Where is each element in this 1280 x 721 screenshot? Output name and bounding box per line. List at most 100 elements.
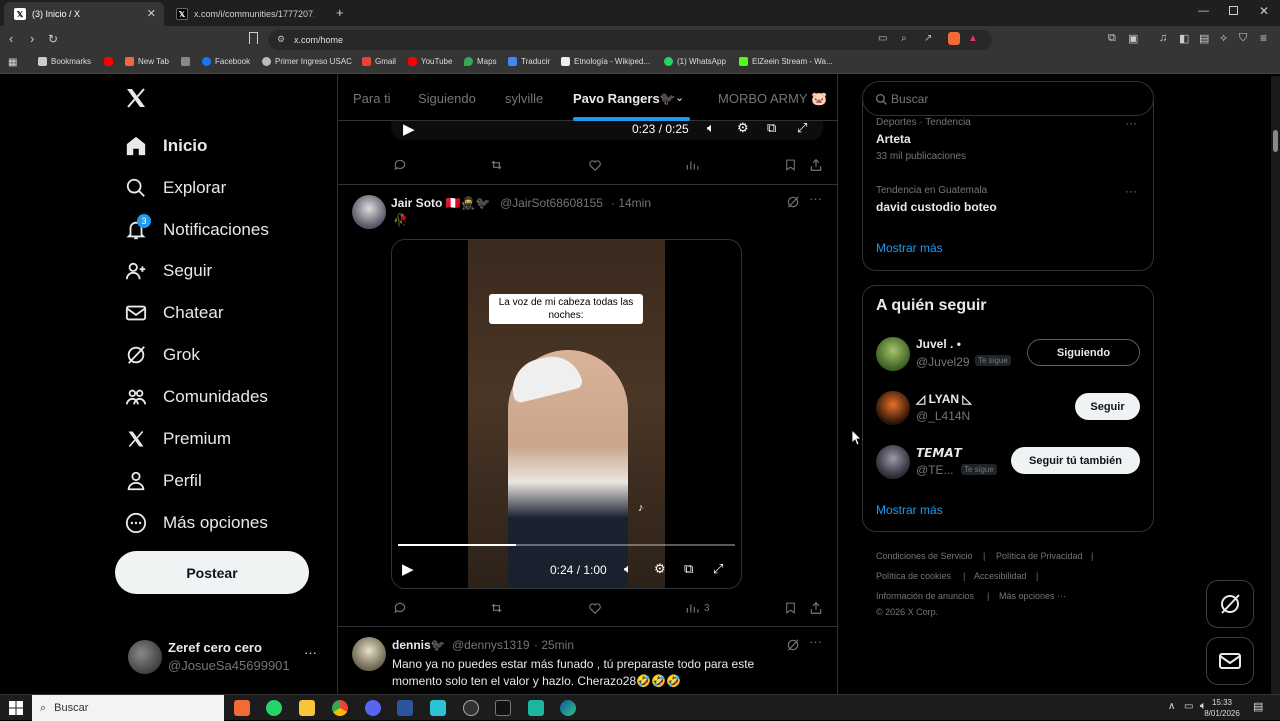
post[interactable]: dennis🐦‍⬛ @dennys1319 · 25min ··· Mano y…	[338, 627, 837, 694]
audio-app-taskbar-icon[interactable]	[495, 700, 511, 716]
leo-icon[interactable]: ✧	[1219, 32, 1228, 45]
volume-icon[interactable]: 🔈︎	[707, 120, 715, 136]
wallet-icon[interactable]: ▣	[1128, 32, 1138, 45]
nav-comunidades[interactable]: Comunidades	[124, 377, 268, 417]
avatar[interactable]	[352, 195, 386, 229]
more-icon[interactable]: ···	[1125, 116, 1137, 130]
file-explorer-icon[interactable]	[299, 700, 315, 716]
bookmark-item[interactable]: ElZeein Stream - Wa...	[739, 57, 833, 66]
edge-taskbar-icon[interactable]	[560, 700, 576, 716]
footer-link[interactable]: Política de Privacidad	[996, 551, 1083, 561]
apps-icon[interactable]: ▦	[8, 57, 17, 68]
author-name[interactable]: Jair Soto 🇵🇪🥷🐦‍⬛	[391, 196, 491, 210]
bookmark-page-icon[interactable]	[249, 32, 258, 44]
bookmark-item[interactable]: Facebook	[202, 57, 250, 66]
avatar[interactable]	[876, 391, 910, 425]
pip-icon[interactable]: ⧉	[767, 120, 776, 136]
views-button[interactable]: 3	[685, 601, 710, 615]
post-time[interactable]: · 14min	[611, 196, 651, 210]
nav-grok[interactable]: Grok	[124, 335, 200, 375]
capcut-taskbar-icon[interactable]	[528, 700, 544, 716]
bookmark-item[interactable]: Maps	[464, 57, 497, 66]
site-settings-icon[interactable]: ⚙	[277, 34, 285, 45]
bookmark-item[interactable]: New Tab	[125, 57, 169, 66]
share-icon[interactable]	[809, 601, 823, 615]
minimize-icon[interactable]: —	[1198, 5, 1209, 17]
user-name[interactable]: 𝙏𝙀𝙈𝘼𝙏	[916, 446, 962, 460]
user-name[interactable]: Juvel . •	[916, 337, 961, 351]
nav-explorar[interactable]: Explorar	[124, 168, 226, 208]
tab-para-ti[interactable]: Para ti	[353, 91, 391, 106]
tray-chevron-icon[interactable]: ∧	[1168, 701, 1175, 712]
play-icon[interactable]: ▶	[402, 560, 414, 578]
trend-item[interactable]: Tendencia en Guatemala david custodio bo…	[876, 185, 997, 214]
bookmark-icon[interactable]	[784, 158, 797, 172]
trend-item[interactable]: Deportes · Tendencia Arteta 33 mil publi…	[876, 117, 971, 162]
taskbar-search[interactable]: ⌕ Buscar	[32, 695, 224, 721]
like-icon[interactable]	[588, 158, 602, 172]
views-icon[interactable]	[685, 158, 699, 172]
nav-mas-opciones[interactable]: Más opciones	[124, 503, 268, 543]
more-icon[interactable]: ···	[809, 191, 822, 206]
word-taskbar-icon[interactable]	[397, 700, 413, 716]
zoom-icon[interactable]: ⌕	[901, 33, 907, 44]
bookmark-item[interactable]: Gmail	[362, 57, 396, 66]
show-more-link[interactable]: Mostrar más	[876, 241, 943, 255]
bookmark-item[interactable]: YouTube	[408, 57, 452, 66]
bookmark-item[interactable]: Bookmarks	[38, 57, 91, 66]
following-button[interactable]: Siguiendo	[1027, 339, 1140, 366]
new-tab-icon[interactable]: +	[336, 5, 344, 20]
whatsapp-taskbar-icon[interactable]	[266, 700, 282, 716]
play-icon[interactable]: ▶	[403, 120, 415, 138]
avatar[interactable]	[352, 637, 386, 671]
post-button[interactable]: Postear	[115, 551, 309, 594]
footer-link[interactable]: Accesibilidad	[974, 571, 1027, 581]
clock[interactable]: 15:33 8/01/2026	[1202, 697, 1242, 719]
discord-taskbar-icon[interactable]	[365, 700, 381, 716]
avatar[interactable]	[876, 337, 910, 371]
reply-icon[interactable]	[393, 158, 407, 172]
close-tab-icon[interactable]: ✕	[147, 7, 156, 20]
author-name[interactable]: dennis🐦‍⬛	[392, 638, 446, 652]
repost-icon[interactable]	[489, 601, 504, 615]
fullscreen-icon[interactable]: ⤢	[713, 561, 723, 577]
menu-icon[interactable]: ≡	[1260, 31, 1267, 45]
user-name[interactable]: ◿ LYAN ◺	[916, 392, 972, 406]
bookmark-image-icon[interactable]	[181, 57, 190, 66]
scrollbar-thumb[interactable]	[1273, 130, 1278, 152]
nav-seguir[interactable]: Seguir	[124, 251, 212, 291]
bookmark-item[interactable]: Primer Ingreso USAC	[262, 57, 352, 66]
more-icon[interactable]: ···	[1125, 184, 1137, 198]
tab-pavo-rangers[interactable]: Pavo Rangers🐦‍⬛	[573, 91, 676, 107]
tab-sylville[interactable]: sylville	[505, 91, 543, 106]
grok-icon[interactable]	[786, 638, 800, 652]
footer-link[interactable]: Política de cookies	[876, 571, 951, 581]
like-icon[interactable]	[588, 601, 602, 615]
notifications-icon[interactable]: ▤	[1253, 700, 1263, 713]
back-icon[interactable]: ‹	[9, 31, 13, 46]
author-handle[interactable]: @JairSot68608155	[500, 196, 603, 210]
footer-link[interactable]: Condiciones de Servicio	[876, 551, 973, 561]
close-window-icon[interactable]: ✕	[1259, 4, 1269, 18]
tab-siguiendo[interactable]: Siguiendo	[418, 91, 476, 106]
messages-fab[interactable]	[1206, 637, 1254, 685]
bookmark-icon[interactable]	[784, 601, 797, 615]
nav-notificaciones[interactable]: 3 Notificaciones	[124, 210, 269, 250]
footer-link[interactable]: Información de anuncios	[876, 591, 974, 601]
brave-taskbar-icon[interactable]	[234, 700, 250, 716]
tab-communities[interactable]: 𝕏 x.com/i/communities/17772071704...	[166, 2, 326, 26]
tab-search-icon[interactable]: ▤	[1199, 32, 1209, 45]
app-taskbar-icon[interactable]	[430, 700, 446, 716]
chrome-taskbar-icon[interactable]	[332, 700, 348, 716]
grok-fab[interactable]	[1206, 580, 1254, 628]
repost-icon[interactable]	[489, 158, 504, 172]
tab-inicio[interactable]: 𝕏 (3) Inicio / X ✕	[4, 2, 164, 26]
pip-icon[interactable]: ⧉	[684, 561, 693, 577]
settings-icon[interactable]: ⚙	[737, 120, 749, 136]
tab-morbo-army[interactable]: MORBO ARMY 🐷	[718, 91, 827, 107]
nav-premium[interactable]: Premium	[124, 419, 231, 459]
settings-icon[interactable]: ⚙	[654, 561, 666, 577]
post[interactable]: Jair Soto 🇵🇪🥷🐦‍⬛ @JairSot68608155 · 14mi…	[338, 185, 837, 626]
bookmark-item[interactable]: Traducir	[508, 57, 550, 66]
post-time[interactable]: · 25min	[534, 638, 574, 652]
